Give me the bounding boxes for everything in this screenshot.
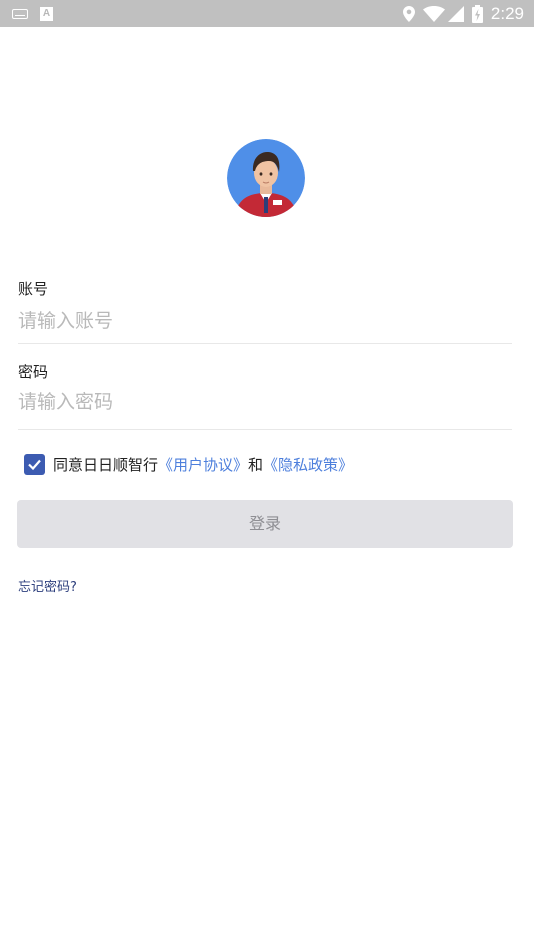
status-bar-left: A (12, 5, 53, 22)
password-divider (18, 429, 512, 430)
agreement-conjunction: 和 (248, 455, 264, 474)
account-label: 账号 (18, 280, 49, 298)
battery-icon (471, 4, 483, 23)
agreement-row: 同意日日顺智行《用户协议》和《隐私政策》 (24, 452, 353, 476)
account-input[interactable] (18, 306, 512, 336)
status-bar-right: 2:29 (402, 3, 524, 24)
avatar-icon (227, 139, 305, 217)
account-divider (18, 343, 512, 344)
keyboard-icon (12, 8, 28, 19)
privacy-policy-link[interactable]: 《隐私政策》 (263, 456, 353, 474)
signal-icon (447, 5, 464, 22)
agreement-prefix: 同意日日顺智行 (53, 455, 159, 474)
user-agreement-link[interactable]: 《用户协议》 (158, 456, 248, 474)
password-label: 密码 (18, 363, 49, 381)
status-bar: A 2:29 (0, 0, 534, 27)
wifi-icon (422, 5, 445, 22)
location-icon (402, 5, 415, 22)
checkmark-icon (28, 459, 41, 470)
status-time: 2:29 (490, 3, 524, 23)
a-icon: A (40, 6, 53, 21)
password-input[interactable] (18, 387, 512, 417)
forgot-password-link[interactable]: 忘记密码? (18, 576, 77, 595)
avatar (227, 139, 305, 217)
agreement-checkbox[interactable] (24, 453, 45, 475)
login-button[interactable]: 登录 (17, 500, 513, 548)
agreement-text: 同意日日顺智行《用户协议》和《隐私政策》 (53, 454, 353, 475)
